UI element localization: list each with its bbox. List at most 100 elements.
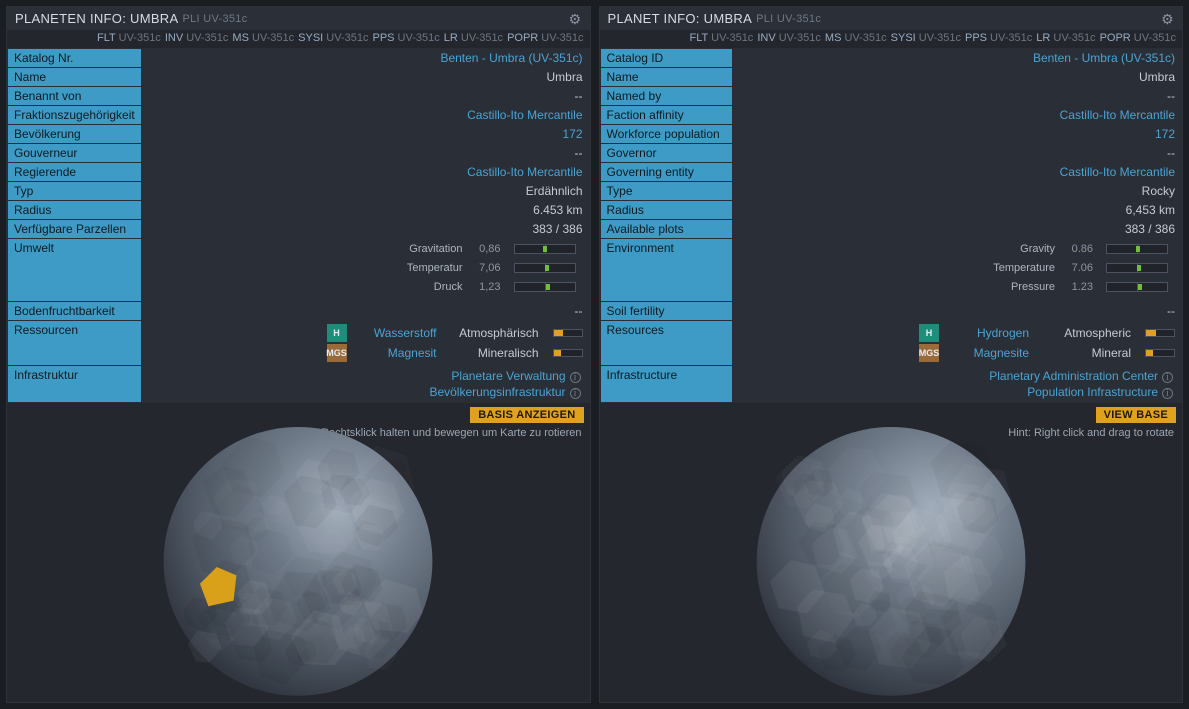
resource-row: HHydrogenAtmospheric (739, 323, 1176, 343)
info-value[interactable]: Castillo-Ito Mercantile (732, 106, 1182, 125)
context-command[interactable]: PPS UV-351c (965, 32, 1032, 44)
context-command[interactable]: SYSI UV-351c (298, 32, 368, 44)
context-command[interactable]: LR UV-351c (1036, 32, 1095, 44)
info-label: Available plots (600, 220, 732, 239)
info-value: 172 (732, 125, 1182, 144)
panel-subtitle: PLI UV-351c (756, 13, 821, 25)
context-command[interactable]: MS UV-351c (825, 32, 887, 44)
info-value[interactable]: Castillo-Ito Mercantile (141, 106, 589, 125)
context-command[interactable]: POPR UV-351c (1100, 32, 1176, 44)
env-value: 0.86 (1062, 242, 1100, 261)
context-command[interactable]: FLT UV-351c (97, 32, 161, 44)
resource-name[interactable]: Hydrogen (949, 326, 1029, 340)
info-row: InfrastrukturPlanetare VerwaltungiBevölk… (8, 366, 590, 403)
info-value: 6.453 km (141, 201, 589, 220)
info-icon[interactable]: i (570, 372, 581, 383)
info-value[interactable]: Benten - Umbra (UV-351c) (141, 49, 589, 68)
context-cmd: SYSI (891, 32, 916, 44)
info-label: Name (8, 68, 142, 87)
view-base-button[interactable]: BASIS ANZEIGEN (470, 407, 583, 423)
info-icon[interactable]: i (570, 388, 581, 399)
info-label: Umwelt (8, 239, 142, 302)
gear-icon[interactable]: ⚙ (569, 12, 582, 26)
resource-name[interactable]: Wasserstoff (357, 326, 437, 340)
resources-box: HHydrogenAtmosphericMGSMagnesiteMineral (739, 323, 1176, 363)
env-bar-marker (546, 284, 550, 290)
context-cmd: FLT (690, 32, 709, 44)
context-cmd: PPS (965, 32, 987, 44)
info-row: TypErdähnlich (8, 182, 590, 201)
panel-titlebar[interactable]: PLANETEN INFO: UMBRAPLI UV-351c⚙ (7, 7, 590, 30)
env-bar (1106, 282, 1168, 292)
info-value[interactable]: Castillo-Ito Mercantile (141, 163, 589, 182)
info-icon[interactable]: i (1162, 388, 1173, 399)
panel-titlebar[interactable]: PLANET INFO: UMBRAPLI UV-351c⚙ (600, 7, 1183, 30)
context-command[interactable]: SYSI UV-351c (891, 32, 961, 44)
info-label: Type (600, 182, 732, 201)
context-command[interactable]: POPR UV-351c (507, 32, 583, 44)
context-command[interactable]: FLT UV-351c (690, 32, 754, 44)
context-cmd: MS (825, 32, 842, 44)
info-label: Environment (600, 239, 732, 302)
gear-icon[interactable]: ⚙ (1161, 12, 1174, 26)
env-row: Pressure1.23 (987, 280, 1175, 299)
context-cmd: SYSI (298, 32, 323, 44)
rotate-hint: Hint: Right click and drag to rotate (1008, 427, 1174, 439)
info-row: Catalog IDBenten - Umbra (UV-351c) (600, 49, 1182, 68)
env-name: Gravitation (400, 242, 469, 261)
info-value: Gravity0.86Temperature7.06Pressure1.23 (732, 239, 1182, 302)
info-row: RegierendeCastillo-Ito Mercantile (8, 163, 590, 182)
planet-sphere[interactable] (158, 421, 438, 701)
info-value: Planetary Administration Center i Populati… (732, 366, 1182, 403)
resource-name[interactable]: Magnesite (949, 346, 1029, 360)
info-label: Governing entity (600, 163, 732, 182)
info-label: Typ (8, 182, 142, 201)
info-row: Radius6,453 km (600, 201, 1182, 220)
env-name: Pressure (987, 280, 1062, 299)
infrastructure-link[interactable]: Planetare Verwaltung (451, 369, 565, 383)
panel-subtitle: PLI UV-351c (182, 13, 247, 25)
info-value[interactable]: Castillo-Ito Mercantile (732, 163, 1182, 182)
env-value: 7,06 (469, 261, 507, 280)
planet-view[interactable]: VIEW BASE Hint: Right click and drag to r… (600, 403, 1183, 702)
context-cmd: LR (444, 32, 458, 44)
info-value[interactable]: Benten - Umbra (UV-351c) (732, 49, 1182, 68)
resource-name[interactable]: Magnesit (357, 346, 437, 360)
resource-bar (553, 329, 583, 337)
environment-table: Gravitation0,86Temperatur7,06Druck1,23 (400, 241, 583, 299)
context-cmd: INV (757, 32, 775, 44)
context-cmd: MS (232, 32, 249, 44)
resource-type: Atmospheric (1039, 326, 1131, 340)
info-label: Governor (600, 144, 732, 163)
context-cmd: INV (165, 32, 183, 44)
info-row: Governor-- (600, 144, 1182, 163)
planet-sphere[interactable] (751, 421, 1031, 701)
info-label: Regierende (8, 163, 142, 182)
context-arg: UV-351c (916, 32, 961, 44)
env-bar-marker (1136, 246, 1140, 252)
infrastructure-link[interactable]: Planetary Administration Center (989, 369, 1158, 383)
infrastructure-link[interactable]: Population Infrastructure (1027, 385, 1158, 399)
info-icon[interactable]: i (1162, 372, 1173, 383)
env-bar-marker (543, 246, 547, 252)
context-command[interactable]: INV UV-351c (165, 32, 229, 44)
context-commands: FLT UV-351cINV UV-351cMS UV-351cSYSI UV-… (600, 30, 1183, 48)
info-label: Verfügbare Parzellen (8, 220, 142, 239)
planet-info-panel: PLANETEN INFO: UMBRAPLI UV-351c⚙FLT UV-3… (6, 6, 591, 703)
info-row: Governing entityCastillo-Ito Mercantile (600, 163, 1182, 182)
infrastructure-link[interactable]: Bevölkerungsinfrastruktur (429, 385, 565, 399)
env-value: 0,86 (469, 242, 507, 261)
context-command[interactable]: INV UV-351c (757, 32, 821, 44)
context-command[interactable]: MS UV-351c (232, 32, 294, 44)
info-value: Gravitation0,86Temperatur7,06Druck1,23 (141, 239, 589, 302)
planet-view[interactable]: BASIS ANZEIGENTipp: Rechtsklick halten u… (7, 403, 590, 702)
info-row: Radius6.453 km (8, 201, 590, 220)
info-label: Named by (600, 87, 732, 106)
infrastructure-item: Planetary Administration Center i (739, 368, 1176, 384)
view-base-button[interactable]: VIEW BASE (1096, 407, 1176, 423)
resource-row: MGSMagnesitMineralisch (148, 343, 583, 363)
infrastructure-box: Planetare Verwaltung i Bevölkerungsinfrast… (148, 368, 583, 400)
context-command[interactable]: LR UV-351c (444, 32, 503, 44)
resource-badge: MGS (327, 344, 347, 362)
context-command[interactable]: PPS UV-351c (372, 32, 439, 44)
